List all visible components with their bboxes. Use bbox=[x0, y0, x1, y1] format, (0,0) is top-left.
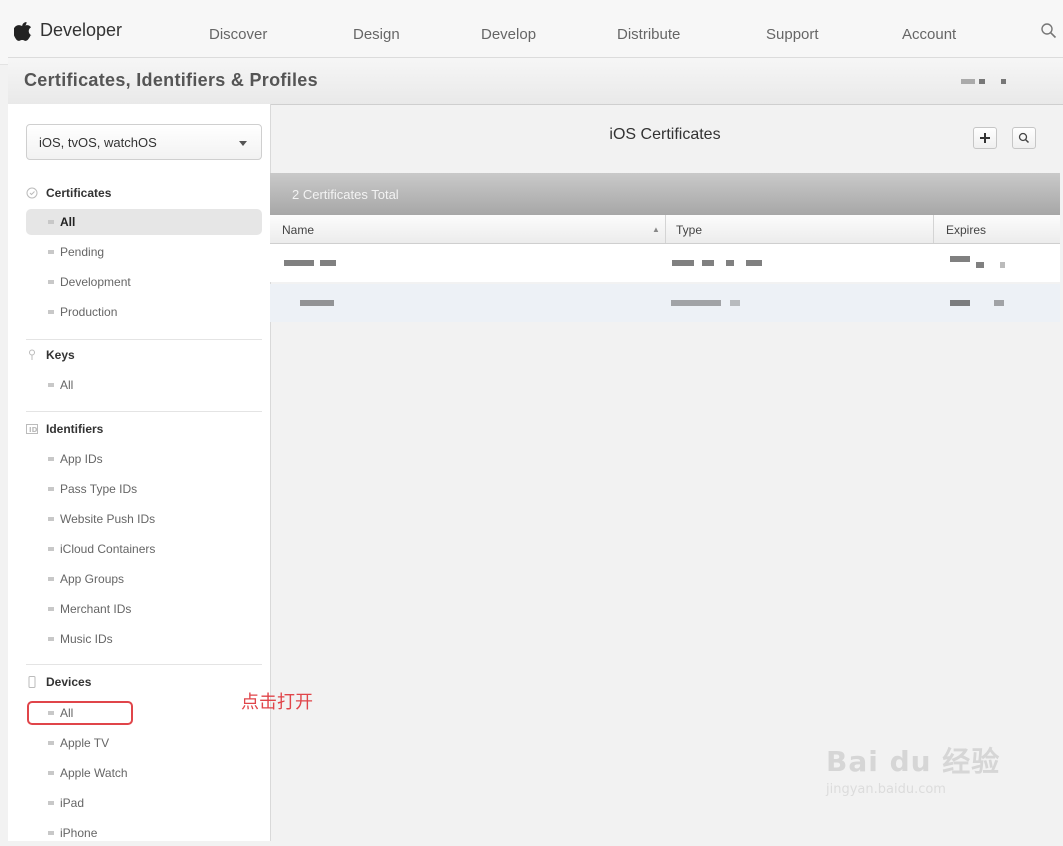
annotation-highlight-box bbox=[27, 701, 133, 725]
annotation-text: 点击打开 bbox=[241, 692, 313, 713]
redacted-expires bbox=[950, 300, 970, 306]
certificates-total-bar: 2 Certificates Total bbox=[270, 173, 1060, 215]
nav-link-support[interactable]: Support bbox=[766, 26, 819, 43]
sidebar-item-pending[interactable]: Pending bbox=[38, 239, 262, 265]
nav-link-distribute[interactable]: Distribute bbox=[617, 26, 680, 43]
sidebar-divider bbox=[26, 411, 262, 412]
top-navigation: Developer Discover Design Develop Distri… bbox=[0, 0, 1063, 65]
certificates-total: 2 Certificates Total bbox=[292, 187, 399, 202]
search-button[interactable] bbox=[1012, 127, 1036, 149]
sidebar-divider bbox=[26, 339, 262, 340]
sidebar-item-development[interactable]: Development bbox=[38, 269, 262, 295]
user-menu[interactable] bbox=[961, 79, 1006, 84]
sidebar-item-iphone[interactable]: iPhone bbox=[38, 820, 262, 846]
key-icon bbox=[29, 349, 35, 360]
sidebar-item-website-push-ids[interactable]: Website Push IDs bbox=[38, 506, 262, 532]
section-title-devices: Devices bbox=[46, 675, 92, 689]
table-row[interactable] bbox=[270, 284, 1060, 322]
platform-select[interactable]: iOS, tvOS, watchOS bbox=[26, 124, 262, 160]
sidebar-item-keys-all[interactable]: All bbox=[38, 372, 262, 398]
column-type[interactable]: Type bbox=[676, 223, 702, 237]
sidebar-item-music-ids[interactable]: Music IDs bbox=[38, 626, 262, 652]
section-title-keys: Keys bbox=[46, 348, 75, 362]
column-expires[interactable]: Expires bbox=[946, 223, 986, 237]
sidebar-item-apple-watch[interactable]: Apple Watch bbox=[38, 760, 262, 786]
sidebar-item-apple-tv[interactable]: Apple TV bbox=[38, 730, 262, 756]
nav-link-discover[interactable]: Discover bbox=[209, 26, 267, 43]
search-icon[interactable] bbox=[1040, 22, 1058, 40]
redacted-type bbox=[672, 260, 694, 266]
redacted-name bbox=[300, 300, 334, 306]
sidebar-item-pass-type-ids[interactable]: Pass Type IDs bbox=[38, 476, 262, 502]
sort-ascending-icon: ▲ bbox=[652, 225, 660, 234]
sidebar-item-ipad[interactable]: iPad bbox=[38, 790, 262, 816]
sidebar: iOS, tvOS, watchOS Certificates All Pend… bbox=[8, 104, 271, 841]
nav-link-develop[interactable]: Develop bbox=[481, 26, 536, 43]
page-title: Certificates, Identifiers & Profiles bbox=[24, 70, 318, 90]
section-keys: Keys bbox=[26, 348, 75, 362]
plus-icon bbox=[980, 133, 990, 143]
section-title-identifiers: Identifiers bbox=[46, 422, 104, 436]
sidebar-item-production[interactable]: Production bbox=[38, 299, 262, 325]
baidu-watermark: Bai du 经验 jingyan.baidu.com bbox=[826, 740, 1000, 797]
section-title-bar: Certificates, Identifiers & Profiles bbox=[8, 57, 1063, 105]
section-title-certificates: Certificates bbox=[46, 186, 112, 200]
apple-logo-icon bbox=[14, 21, 32, 41]
redacted-name bbox=[284, 260, 314, 266]
table-header: Name ▲ Type Expires bbox=[270, 215, 1060, 244]
section-devices: Devices bbox=[26, 675, 91, 689]
watermark-url: jingyan.baidu.com bbox=[826, 782, 946, 797]
nav-link-design[interactable]: Design bbox=[353, 26, 400, 43]
redacted-expires bbox=[950, 256, 970, 262]
main-title: iOS Certificates bbox=[609, 126, 721, 143]
chevron-down-icon bbox=[239, 141, 247, 146]
table-row[interactable] bbox=[270, 244, 1060, 282]
sidebar-item-app-groups[interactable]: App Groups bbox=[38, 566, 262, 592]
svg-text:ID: ID bbox=[29, 426, 38, 434]
developer-home-link[interactable]: Developer bbox=[14, 20, 122, 41]
search-icon bbox=[1018, 132, 1030, 144]
certificate-icon bbox=[26, 187, 38, 199]
sidebar-item-certificates-all[interactable]: All bbox=[26, 209, 262, 235]
sidebar-item-icloud-containers[interactable]: iCloud Containers bbox=[38, 536, 262, 562]
nav-link-account[interactable]: Account bbox=[902, 26, 956, 43]
watermark-logo-text: Bai du 经验 bbox=[826, 745, 1001, 778]
sidebar-divider bbox=[26, 664, 262, 665]
add-button[interactable] bbox=[973, 127, 997, 149]
identifier-icon: ID bbox=[26, 424, 38, 434]
sidebar-item-merchant-ids[interactable]: Merchant IDs bbox=[38, 596, 262, 622]
sidebar-item-app-ids[interactable]: App IDs bbox=[38, 446, 262, 472]
redacted-type bbox=[671, 300, 721, 306]
device-icon bbox=[28, 676, 36, 688]
platform-select-value: iOS, tvOS, watchOS bbox=[39, 135, 157, 150]
brand-label: Developer bbox=[40, 20, 123, 40]
section-certificates: Certificates bbox=[26, 186, 111, 200]
section-identifiers: ID Identifiers bbox=[26, 422, 103, 436]
column-name[interactable]: Name bbox=[282, 223, 314, 237]
